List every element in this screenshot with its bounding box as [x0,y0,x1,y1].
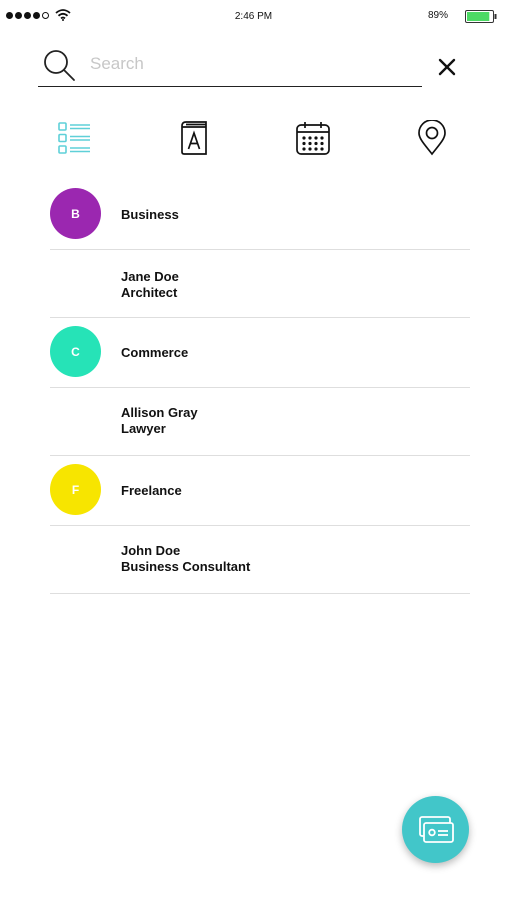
group-label: Business [121,207,179,222]
tab-alphabetical[interactable] [174,118,214,158]
list-item[interactable]: Jane Doe Architect [50,250,470,318]
battery-percent: 89% [428,10,449,21]
tab-date[interactable] [293,118,333,158]
close-icon[interactable] [436,56,458,78]
address-book-icon [181,121,207,155]
group-label: Commerce [121,345,189,360]
list-icon [58,122,90,154]
search-input[interactable] [90,51,410,77]
group-row-commerce[interactable]: C Commerce [50,318,470,388]
group-row-business[interactable]: B Business [50,180,470,250]
list-item[interactable]: Allison Gray Lawyer [50,388,470,456]
status-bar: 2:46 PM 89% [0,0,507,32]
group-row-freelance[interactable]: F Freelance [50,456,470,526]
contact-list: B Business Jane Doe Architect C Commerce… [50,180,470,594]
add-contact-card-button[interactable] [402,796,469,863]
list-item[interactable]: John Doe Business Consultant [50,526,470,594]
avatar: F [50,464,101,515]
battery-icon [465,10,497,23]
contact-name: Jane Doe [121,269,179,284]
location-pin-icon [418,120,446,156]
avatar: B [50,188,101,239]
search-bar [38,45,422,87]
contact-role: Lawyer [121,421,166,436]
contact-role: Architect [121,285,178,300]
contact-name: Allison Gray [121,405,198,420]
search-icon[interactable] [42,48,76,82]
calendar-icon [296,122,330,155]
tab-location[interactable] [412,118,452,158]
contact-role: Business Consultant [121,559,251,574]
contact-name: John Doe [121,543,181,558]
contact-card-icon [418,815,454,843]
avatar: C [50,326,101,377]
tab-list-view[interactable] [54,118,94,158]
group-label: Freelance [121,483,182,498]
